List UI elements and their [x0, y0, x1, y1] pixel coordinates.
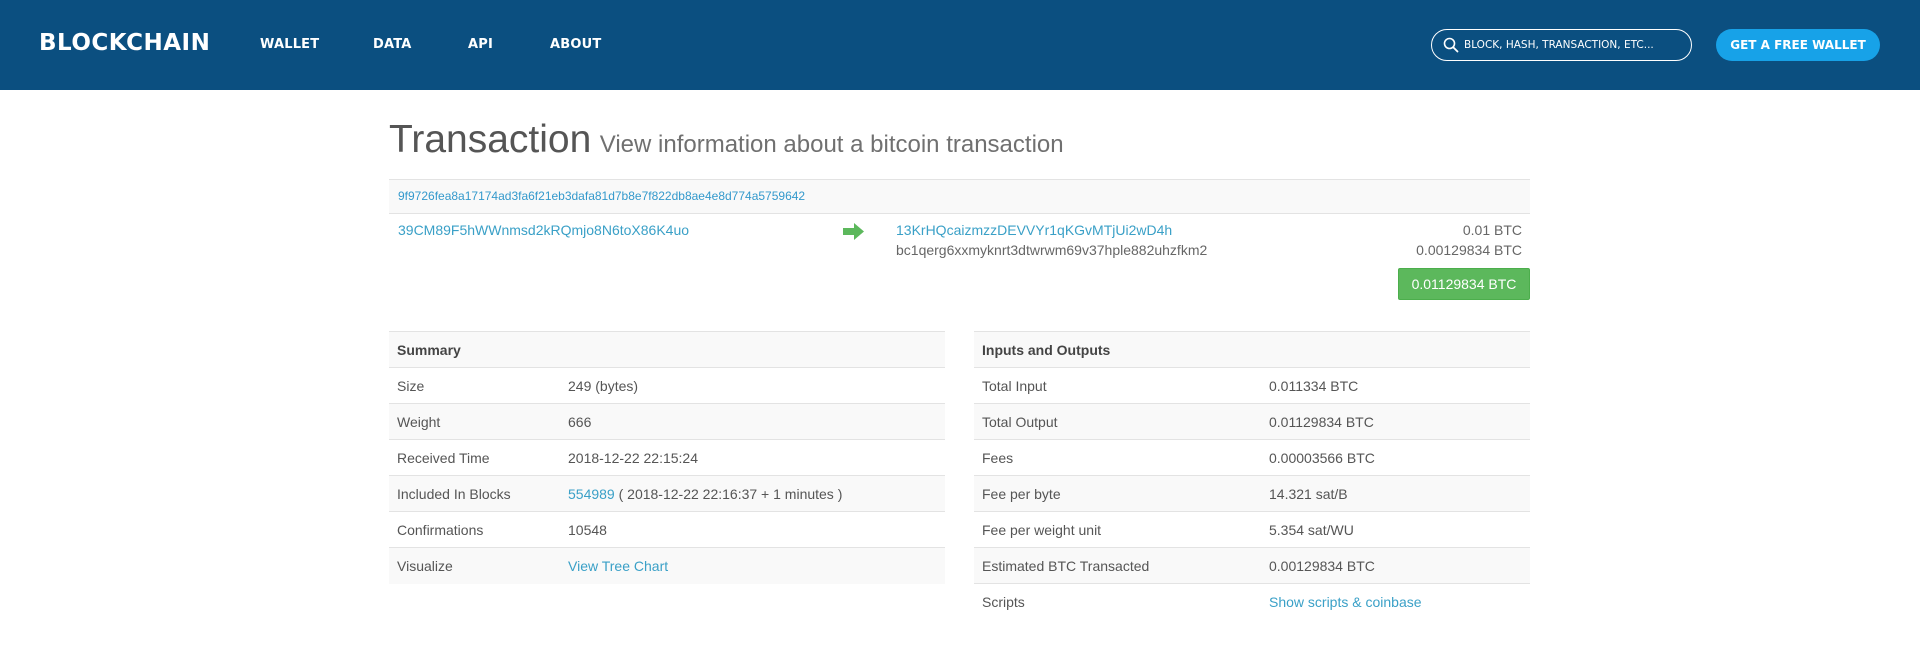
table-row: Weight 666: [389, 403, 945, 440]
row-label: Total Output: [974, 403, 1261, 440]
row-value: View Tree Chart: [560, 547, 945, 584]
tx-hash-link[interactable]: 9f9726fea8a17174ad3fa6f21eb3dafa81d7b8e7…: [398, 189, 805, 203]
row-value: 0.00129834 BTC: [1261, 547, 1530, 584]
table-row: Scripts Show scripts & coinbase: [974, 583, 1530, 620]
arrow-right-icon: [843, 223, 864, 240]
nav-data[interactable]: DATA: [373, 37, 412, 52]
view-tree-chart-link[interactable]: View Tree Chart: [568, 558, 668, 574]
output-amount: 0.01 BTC: [1462, 222, 1522, 238]
row-label: Confirmations: [389, 511, 560, 548]
table-header-row: Summary: [389, 331, 945, 368]
show-scripts-link[interactable]: Show scripts & coinbase: [1269, 594, 1422, 610]
nav-about[interactable]: ABOUT: [550, 37, 601, 52]
row-value: 5.354 sat/WU: [1261, 511, 1530, 548]
page-title: Transaction View information about a bit…: [389, 118, 1064, 162]
search-box[interactable]: [1431, 29, 1692, 61]
row-label: Weight: [389, 403, 560, 440]
output-address: bc1qerg6xxmyknrt3dtwrwm69v37hple882uhzfk…: [896, 242, 1208, 258]
summary-table: Summary Size 249 (bytes) Weight 666 Rece…: [389, 331, 945, 584]
row-label: Size: [389, 367, 560, 404]
table-row: Fee per weight unit 5.354 sat/WU: [974, 511, 1530, 548]
row-label: Fees: [974, 439, 1261, 476]
row-value: 0.011334 BTC: [1261, 367, 1530, 404]
summary-heading: Summary: [389, 331, 945, 368]
block-link[interactable]: 554989: [568, 486, 615, 502]
search-icon: [1443, 37, 1459, 53]
table-row: Confirmations 10548: [389, 511, 945, 548]
row-value: 249 (bytes): [560, 367, 945, 404]
output-address-link[interactable]: 13KrHQcaizmzzDEVVYr1qKGvMTjUi2wD4h: [896, 222, 1172, 238]
get-free-wallet-button[interactable]: GET A FREE WALLET: [1716, 29, 1880, 61]
table-row: Visualize View Tree Chart: [389, 547, 945, 584]
table-row: Size 249 (bytes): [389, 367, 945, 404]
table-row: Total Output 0.01129834 BTC: [974, 403, 1530, 440]
table-row: Included In Blocks 554989 ( 2018-12-22 2…: [389, 475, 945, 512]
search-input[interactable]: [1464, 30, 1684, 59]
row-label: Estimated BTC Transacted: [974, 547, 1261, 584]
total-output-badge: 0.01129834 BTC: [1398, 268, 1530, 300]
output-amount: 0.00129834 BTC: [1416, 242, 1522, 258]
page-title-main: Transaction: [389, 118, 592, 161]
block-time: ( 2018-12-22 22:16:37 + 1 minutes ): [618, 485, 843, 502]
row-label: Included In Blocks: [389, 475, 560, 512]
table-row: Estimated BTC Transacted 0.00129834 BTC: [974, 547, 1530, 584]
row-value: 0.01129834 BTC: [1261, 403, 1530, 440]
tx-hash-row: 9f9726fea8a17174ad3fa6f21eb3dafa81d7b8e7…: [389, 179, 1530, 214]
row-value: 2018-12-22 22:15:24: [560, 439, 945, 476]
input-address-link[interactable]: 39CM89F5hWWnmsd2kRQmjo8N6toX86K4uo: [398, 222, 689, 238]
row-value: 14.321 sat/B: [1261, 475, 1530, 512]
blockchain-logo[interactable]: BLOCKCHAIN: [39, 30, 210, 56]
row-value: Show scripts & coinbase: [1261, 583, 1530, 620]
io-heading: Inputs and Outputs: [974, 331, 1530, 368]
inputs-outputs-table: Inputs and Outputs Total Input 0.011334 …: [974, 331, 1530, 620]
row-label: Scripts: [974, 583, 1261, 620]
row-label: Visualize: [389, 547, 560, 584]
row-label: Fee per byte: [974, 475, 1261, 512]
row-label: Received Time: [389, 439, 560, 476]
top-navbar: BLOCKCHAIN WALLET DATA API ABOUT GET A F…: [0, 0, 1920, 90]
table-header-row: Inputs and Outputs: [974, 331, 1530, 368]
row-value: 10548: [560, 511, 945, 548]
page-subtitle: View information about a bitcoin transac…: [599, 131, 1064, 158]
table-row: Fees 0.00003566 BTC: [974, 439, 1530, 476]
row-value: 0.00003566 BTC: [1261, 439, 1530, 476]
nav-wallet[interactable]: WALLET: [260, 37, 319, 52]
table-row: Received Time 2018-12-22 22:15:24: [389, 439, 945, 476]
nav-api[interactable]: API: [468, 37, 493, 52]
table-row: Total Input 0.011334 BTC: [974, 367, 1530, 404]
row-value: 554989 ( 2018-12-22 22:16:37 + 1 minutes…: [560, 475, 945, 512]
row-label: Fee per weight unit: [974, 511, 1261, 548]
row-label: Total Input: [974, 367, 1261, 404]
row-value: 666: [560, 403, 945, 440]
table-row: Fee per byte 14.321 sat/B: [974, 475, 1530, 512]
